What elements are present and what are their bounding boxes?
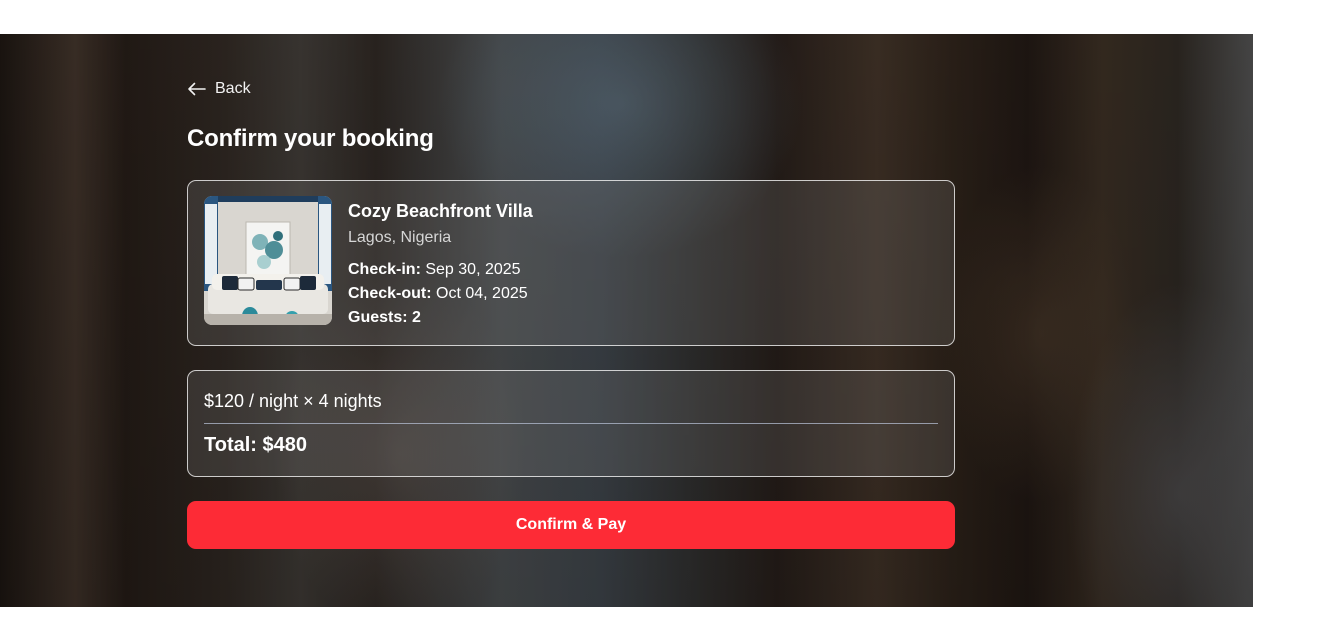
property-location: Lagos, Nigeria xyxy=(348,229,452,246)
total-price: Total: $480 xyxy=(204,434,307,456)
guests-value: 2 xyxy=(412,309,421,326)
checkin-line: Check-in: Sep 30, 2025 xyxy=(348,261,521,279)
booking-page-background: Back Confirm your booking Cozy Beachfron… xyxy=(0,34,1253,607)
nightly-rate-line: $120 / night × 4 nights xyxy=(204,391,382,411)
checkout-label: Check-out: xyxy=(348,285,432,302)
guests-label: Guests: xyxy=(348,309,408,326)
property-summary-card: Cozy Beachfront Villa Lagos, Nigeria Che… xyxy=(187,180,955,346)
back-link[interactable]: Back xyxy=(187,78,251,100)
arrow-left-icon xyxy=(187,82,207,96)
property-name: Cozy Beachfront Villa xyxy=(348,201,533,221)
page-title: Confirm your booking xyxy=(187,125,434,152)
checkin-value: Sep 30, 2025 xyxy=(425,261,521,278)
guests-line: Guests: 2 xyxy=(348,309,421,327)
confirm-and-pay-button[interactable]: Confirm & Pay xyxy=(187,501,955,549)
checkout-value: Oct 04, 2025 xyxy=(436,285,528,302)
checkin-label: Check-in: xyxy=(348,261,421,278)
property-thumbnail xyxy=(204,196,332,325)
checkout-line: Check-out: Oct 04, 2025 xyxy=(348,285,528,303)
back-label: Back xyxy=(215,80,251,97)
price-divider xyxy=(204,423,938,424)
price-summary-card: $120 / night × 4 nights Total: $480 xyxy=(187,370,955,477)
